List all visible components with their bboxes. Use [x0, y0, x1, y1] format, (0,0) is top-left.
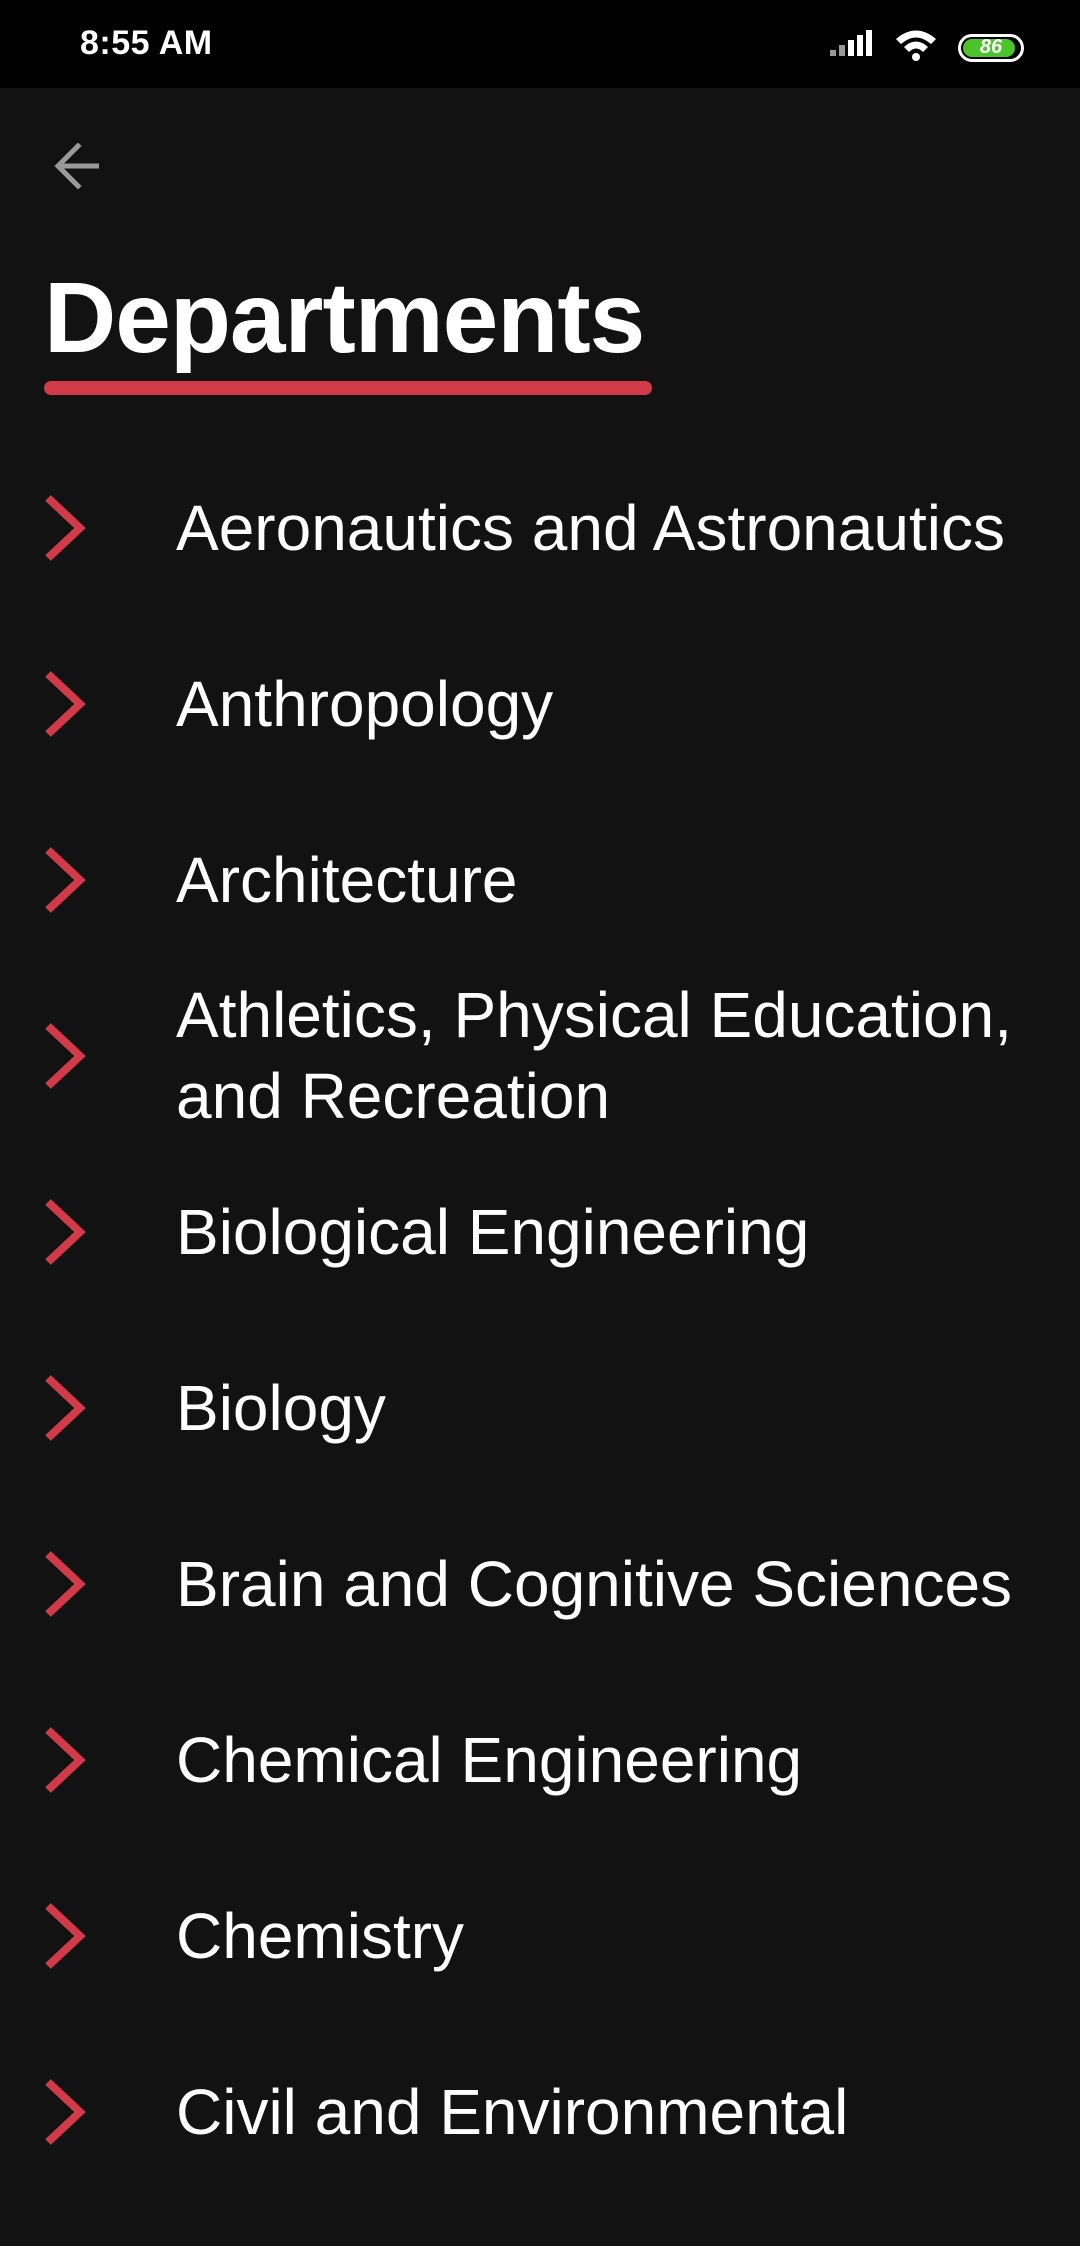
back-button[interactable] [40, 130, 116, 206]
department-list: Aeronautics and Astronautics Anthropolog… [0, 440, 1080, 2200]
department-label: Architecture [176, 843, 518, 916]
chevron-right-icon [42, 1374, 86, 1442]
department-item[interactable]: Chemistry [0, 1848, 1080, 2024]
battery-level: 86 [979, 36, 1003, 58]
chevron-right-icon [42, 1902, 86, 1970]
chevron-right-icon [42, 1022, 86, 1090]
department-label: Biological Engineering [176, 1195, 810, 1268]
department-item[interactable]: Chemical Engineering [0, 1672, 1080, 1848]
chevron-right-icon [42, 1550, 86, 1618]
department-item[interactable]: Aeronautics and Astronautics [0, 440, 1080, 616]
chevron-right-icon [42, 1198, 86, 1266]
title-underline [44, 381, 652, 395]
department-item[interactable]: Biological Engineering [0, 1144, 1080, 1320]
department-item[interactable]: Brain and Cognitive Sciences [0, 1496, 1080, 1672]
department-item[interactable]: Biology [0, 1320, 1080, 1496]
department-item[interactable]: Civil and Environmental [0, 2024, 1080, 2200]
chevron-right-icon [42, 1726, 86, 1794]
department-item[interactable]: Athletics, Physical Education, and Recre… [0, 968, 1080, 1144]
chevron-right-icon [42, 846, 86, 914]
department-label: Aeronautics and Astronautics [176, 491, 1005, 564]
chevron-right-icon [42, 494, 86, 562]
department-item[interactable]: Architecture [0, 792, 1080, 968]
department-label: Biology [176, 1371, 386, 1444]
department-label: Athletics, Physical Education, and Recre… [176, 979, 1012, 1132]
chevron-right-icon [42, 2078, 86, 2146]
chevron-right-icon [42, 670, 86, 738]
department-label: Chemical Engineering [176, 1723, 803, 1796]
department-label: Anthropology [176, 667, 554, 740]
status-icons: 86 [830, 28, 1024, 67]
status-bar: 8:55 AM 86 [0, 0, 1080, 88]
department-label: Civil and Environmental [176, 2075, 849, 2148]
battery-icon: 86 [958, 33, 1024, 62]
department-label: Chemistry [176, 1899, 465, 1972]
arrow-left-icon [53, 141, 103, 194]
page-title: Departments [44, 262, 645, 374]
department-label: Brain and Cognitive Sciences [176, 1547, 1013, 1620]
signal-icon [830, 30, 874, 65]
wifi-icon [894, 28, 938, 67]
department-item[interactable]: Anthropology [0, 616, 1080, 792]
status-time: 8:55 AM [80, 24, 213, 62]
